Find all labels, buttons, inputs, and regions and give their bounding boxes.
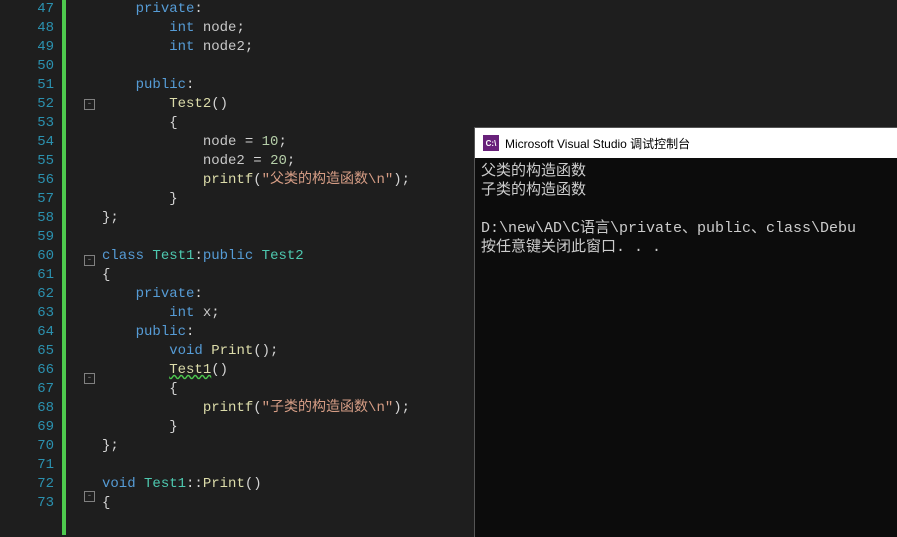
line-number: 62 xyxy=(18,285,54,304)
console-output[interactable]: 父类的构造函数子类的构造函数 D:\new\AD\C语言\private、pub… xyxy=(475,158,897,261)
line-number: 67 xyxy=(18,380,54,399)
fold-toggle-icon[interactable]: - xyxy=(84,99,95,110)
fold-cell xyxy=(82,38,100,57)
fold-cell: - xyxy=(82,255,100,274)
fold-cell xyxy=(82,430,100,449)
fold-cell xyxy=(82,331,100,350)
line-number: 59 xyxy=(18,228,54,247)
line-number: 72 xyxy=(18,475,54,494)
console-title-text: Microsoft Visual Studio 调试控制台 xyxy=(505,135,690,152)
fold-toggle-icon[interactable]: - xyxy=(84,491,95,502)
line-number: 70 xyxy=(18,437,54,456)
fold-cell xyxy=(82,137,100,156)
fold-cell xyxy=(82,312,100,331)
console-line: 子类的构造函数 xyxy=(481,181,892,200)
console-line: D:\new\AD\C语言\private、public、class\Debu xyxy=(481,219,892,238)
console-icon: C:\ xyxy=(483,135,499,151)
fold-cell xyxy=(82,411,100,430)
line-number: 63 xyxy=(18,304,54,323)
fold-cell xyxy=(82,274,100,293)
console-line: 父类的构造函数 xyxy=(481,162,892,181)
fold-cell xyxy=(82,350,100,369)
code-line[interactable] xyxy=(102,57,897,76)
fold-cell xyxy=(82,449,100,468)
line-number: 69 xyxy=(18,418,54,437)
debug-console-window[interactable]: C:\ Microsoft Visual Studio 调试控制台 父类的构造函… xyxy=(474,127,897,537)
line-number: 60 xyxy=(18,247,54,266)
line-number: 48 xyxy=(18,19,54,38)
fold-toggle-icon[interactable]: - xyxy=(84,373,95,384)
code-line[interactable]: int node2; xyxy=(102,38,897,57)
fold-cell xyxy=(82,19,100,38)
change-indicator xyxy=(62,0,66,535)
fold-cell xyxy=(82,194,100,213)
fold-cell xyxy=(82,57,100,76)
fold-cell xyxy=(82,232,100,251)
change-margin xyxy=(62,0,82,535)
console-titlebar[interactable]: C:\ Microsoft Visual Studio 调试控制台 xyxy=(475,128,897,158)
fold-cell xyxy=(82,392,100,411)
fold-cell: - xyxy=(82,373,100,392)
line-number: 56 xyxy=(18,171,54,190)
line-number: 65 xyxy=(18,342,54,361)
fold-column: - - - - xyxy=(82,0,100,535)
line-number: 71 xyxy=(18,456,54,475)
fold-cell: - xyxy=(82,491,100,510)
fold-cell xyxy=(82,213,100,232)
line-number: 49 xyxy=(18,38,54,57)
line-number: 64 xyxy=(18,323,54,342)
fold-cell xyxy=(82,118,100,137)
fold-toggle-icon[interactable]: - xyxy=(84,255,95,266)
console-line xyxy=(481,200,892,219)
fold-cell xyxy=(82,76,100,95)
code-line[interactable]: public: xyxy=(102,76,897,95)
fold-cell xyxy=(82,156,100,175)
fold-cell xyxy=(82,510,100,529)
code-line[interactable]: Test2() xyxy=(102,95,897,114)
line-number: 68 xyxy=(18,399,54,418)
fold-cell xyxy=(82,468,100,487)
fold-cell xyxy=(82,175,100,194)
line-number: 47 xyxy=(18,0,54,19)
line-number: 73 xyxy=(18,494,54,513)
line-number: 53 xyxy=(18,114,54,133)
code-line[interactable]: private: xyxy=(102,0,897,19)
line-number: 58 xyxy=(18,209,54,228)
code-line[interactable]: int node; xyxy=(102,19,897,38)
line-number: 54 xyxy=(18,133,54,152)
line-number: 57 xyxy=(18,190,54,209)
line-number-gutter: 4748495051525354555657585960616263646566… xyxy=(0,0,62,535)
line-number: 66 xyxy=(18,361,54,380)
line-number: 55 xyxy=(18,152,54,171)
line-number: 61 xyxy=(18,266,54,285)
console-line: 按任意键关闭此窗口. . . xyxy=(481,238,892,257)
fold-cell: - xyxy=(82,99,100,118)
line-number: 50 xyxy=(18,57,54,76)
line-number: 52 xyxy=(18,95,54,114)
line-number: 51 xyxy=(18,76,54,95)
fold-cell xyxy=(82,293,100,312)
fold-cell xyxy=(82,0,100,19)
